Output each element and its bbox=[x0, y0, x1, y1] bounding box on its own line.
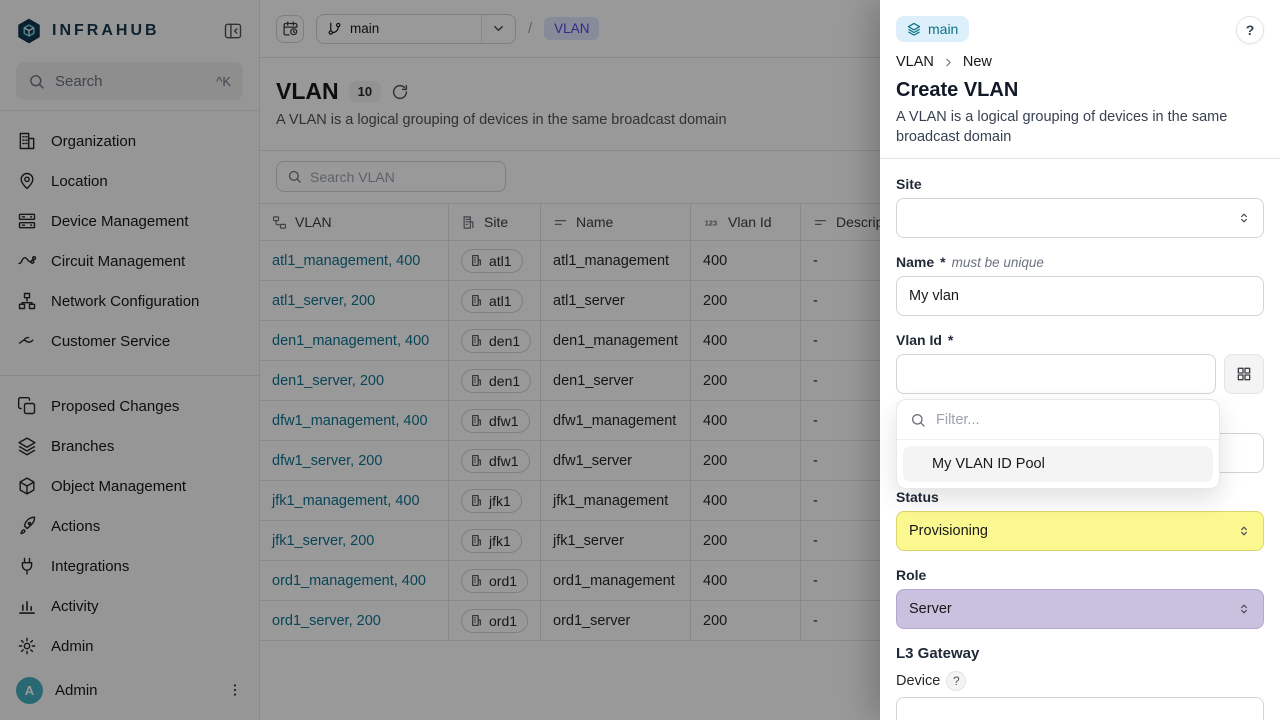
modal-overlay[interactable] bbox=[0, 0, 880, 720]
layers-icon bbox=[907, 22, 921, 36]
role-field: Role Server bbox=[896, 567, 1264, 629]
unfold-chevrons-icon bbox=[1237, 524, 1251, 538]
help-button[interactable]: ? bbox=[1236, 16, 1264, 44]
l3-gateway-heading: L3 Gateway bbox=[896, 645, 1264, 662]
vlan-id-input[interactable] bbox=[896, 354, 1216, 394]
pool-selector-button[interactable] bbox=[1224, 354, 1264, 394]
drawer-branch-chip[interactable]: main bbox=[896, 16, 969, 42]
required-marker: * bbox=[948, 332, 953, 348]
create-vlan-form: Site Name * must be unique Vlan Id * bbox=[896, 176, 1264, 720]
breadcrumb-current: New bbox=[963, 54, 992, 70]
device-help-icon[interactable]: ? bbox=[946, 671, 966, 691]
pool-dropdown: My VLAN ID Pool bbox=[896, 399, 1220, 489]
drawer-branch-name: main bbox=[928, 21, 958, 37]
name-field: Name * must be unique bbox=[896, 254, 1264, 316]
dropdown-filter[interactable] bbox=[897, 400, 1219, 440]
status-select[interactable]: Provisioning bbox=[896, 511, 1264, 551]
status-label: Status bbox=[896, 489, 1264, 505]
site-label: Site bbox=[896, 176, 1264, 192]
vlan-id-label-text: Vlan Id bbox=[896, 332, 942, 348]
unfold-chevrons-icon bbox=[1237, 602, 1251, 616]
drawer-divider bbox=[880, 158, 1280, 159]
role-select[interactable]: Server bbox=[896, 589, 1264, 629]
name-hint: must be unique bbox=[952, 255, 1044, 270]
dropdown-option-my-vlan-id-pool[interactable]: My VLAN ID Pool bbox=[903, 446, 1213, 482]
search-icon bbox=[910, 412, 926, 428]
dropdown-filter-input[interactable] bbox=[936, 412, 1206, 428]
dropdown-options: My VLAN ID Pool bbox=[897, 440, 1219, 488]
unfold-chevrons-icon bbox=[1237, 211, 1251, 225]
device-label: Device ? bbox=[896, 671, 1264, 691]
breadcrumb-parent[interactable]: VLAN bbox=[896, 54, 934, 70]
role-select-value: Server bbox=[909, 601, 952, 617]
app-root: INFRAHUB Search ^K Organization bbox=[0, 0, 1280, 720]
drawer-description: A VLAN is a logical grouping of devices … bbox=[896, 107, 1256, 147]
status-select-value: Provisioning bbox=[909, 523, 988, 539]
name-label: Name * must be unique bbox=[896, 254, 1264, 270]
status-field: Status Provisioning bbox=[896, 489, 1264, 551]
drawer-breadcrumb: VLAN New bbox=[896, 54, 1264, 70]
required-marker: * bbox=[940, 254, 945, 270]
site-field: Site bbox=[896, 176, 1264, 238]
role-label: Role bbox=[896, 567, 1264, 583]
vlan-id-label: Vlan Id * bbox=[896, 332, 1264, 348]
name-label-text: Name bbox=[896, 254, 934, 270]
grid-icon bbox=[1236, 366, 1252, 382]
vlan-id-field: Vlan Id * bbox=[896, 332, 1264, 394]
site-select[interactable] bbox=[896, 198, 1264, 238]
drawer-title: Create VLAN bbox=[896, 79, 1264, 102]
device-label-text: Device bbox=[896, 673, 940, 689]
name-input[interactable] bbox=[896, 276, 1264, 316]
device-field: Device ? bbox=[896, 671, 1264, 720]
device-select[interactable] bbox=[896, 697, 1264, 720]
chevron-right-icon bbox=[942, 56, 955, 69]
create-vlan-drawer: main ? VLAN New Create VLAN A VLAN is a … bbox=[880, 0, 1280, 720]
